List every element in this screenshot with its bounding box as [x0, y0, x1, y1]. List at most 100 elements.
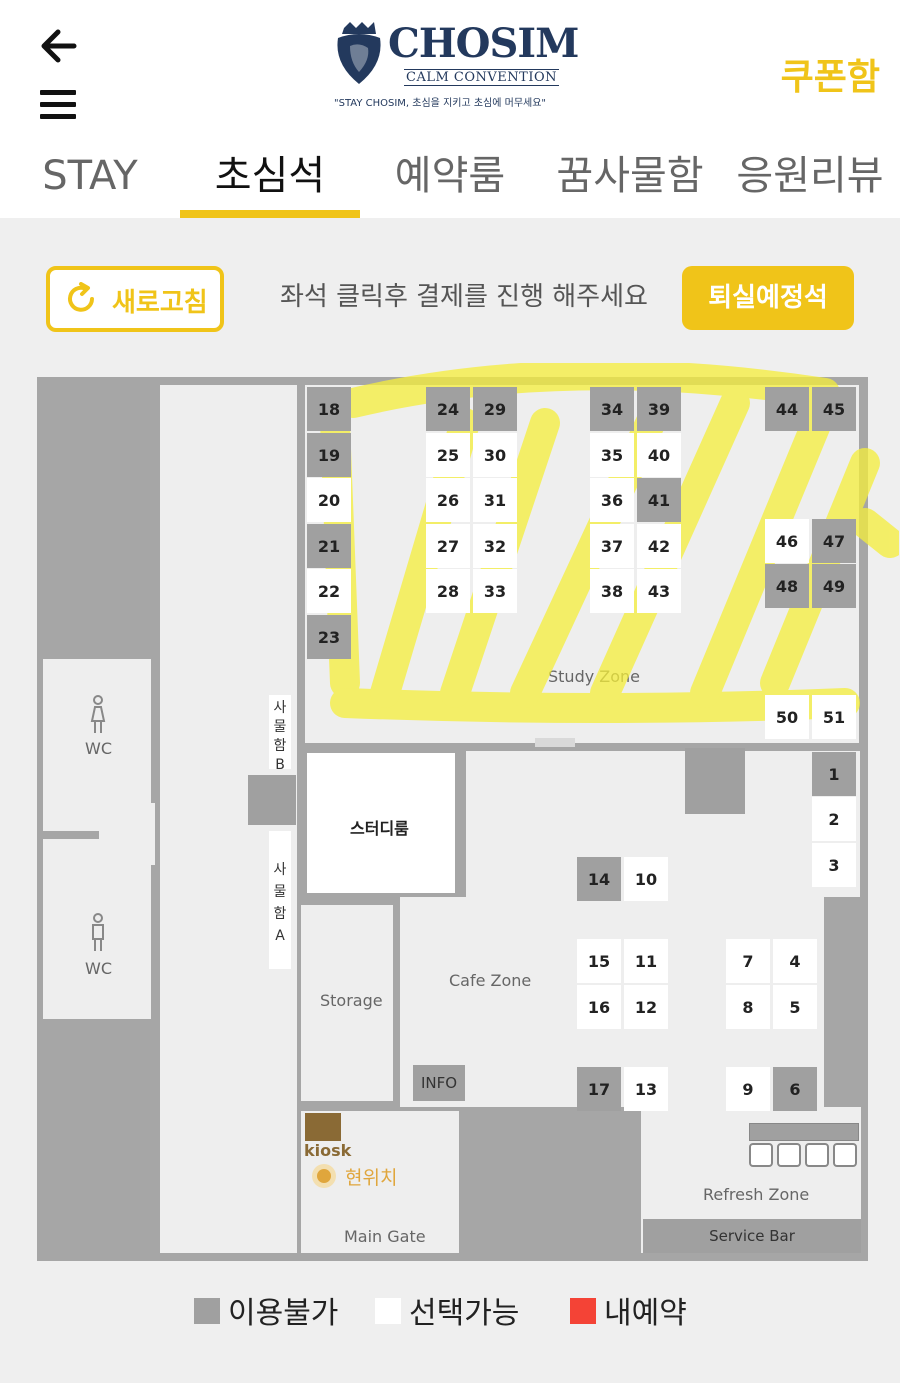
bar-counter — [749, 1123, 859, 1141]
seat-43[interactable]: 43 — [637, 569, 681, 613]
study-zone-door — [535, 738, 575, 747]
seat-map-area: 새로고침 좌석 클릭후 결제를 진행 해주세요 퇴실예정석 사물함B 사물함A — [0, 218, 900, 1383]
tab-chosim-seat[interactable]: 초심석 — [180, 148, 360, 218]
seat-33[interactable]: 33 — [473, 569, 517, 613]
kiosk-box[interactable] — [305, 1113, 341, 1141]
male-restroom-icon — [92, 913, 104, 951]
seat-8[interactable]: 8 — [726, 985, 770, 1029]
wc-passage — [99, 803, 155, 865]
seat-30[interactable]: 30 — [473, 433, 517, 477]
seat-17[interactable]: 17 — [577, 1067, 621, 1111]
seat-28[interactable]: 28 — [426, 569, 470, 613]
bar-stool — [749, 1143, 773, 1167]
instruction-text: 좌석 클릭후 결제를 진행 해주세요 — [280, 282, 648, 312]
seat-2[interactable]: 2 — [812, 797, 856, 841]
bar-stool — [805, 1143, 829, 1167]
seat-41[interactable]: 41 — [637, 478, 681, 522]
hamburger-menu-icon — [40, 90, 76, 95]
seat-35[interactable]: 35 — [590, 433, 634, 477]
bar-stool — [777, 1143, 801, 1167]
legend-my-reservation: 내예약 — [570, 1288, 710, 1332]
seat-3[interactable]: 3 — [812, 843, 856, 887]
seat-7[interactable]: 7 — [726, 939, 770, 983]
storage-label: Storage — [320, 991, 383, 1010]
legend-available: 선택가능 — [375, 1288, 535, 1332]
cafe-pillar — [685, 748, 745, 814]
logo-title: CHOSIM — [388, 20, 579, 67]
refresh-button[interactable]: 새로고침 — [46, 266, 224, 332]
seat-51[interactable]: 51 — [812, 695, 856, 739]
seat-29[interactable]: 29 — [473, 387, 517, 431]
seat-15[interactable]: 15 — [577, 939, 621, 983]
seat-31[interactable]: 31 — [473, 478, 517, 522]
seat-25[interactable]: 25 — [426, 433, 470, 477]
seat-38[interactable]: 38 — [590, 569, 634, 613]
seat-39[interactable]: 39 — [637, 387, 681, 431]
seat-37[interactable]: 37 — [590, 524, 634, 568]
info-desk[interactable]: INFO — [413, 1065, 465, 1101]
seat-22[interactable]: 22 — [307, 569, 351, 613]
locker-b-label[interactable]: 사물함B — [269, 695, 291, 773]
seat-49[interactable]: 49 — [812, 564, 856, 608]
floor-plan: 사물함B 사물함A WC WC Study Zone 스터디룸 Storage … — [37, 363, 899, 1261]
legend-swatch — [194, 1298, 220, 1324]
seat-19[interactable]: 19 — [307, 433, 351, 477]
legend-label: 내예약 — [604, 1296, 687, 1331]
seat-44[interactable]: 44 — [765, 387, 809, 431]
main-gate-label: Main Gate — [344, 1227, 426, 1246]
study-room-label: 스터디룸 — [350, 819, 409, 838]
logo-slogan: "STAY CHOSIM, 초심을 지키고 초심에 머무세요" — [334, 98, 547, 109]
kiosk-label: kiosk — [304, 1141, 352, 1160]
app-header: CHOSIM CALM CONVENTION "STAY CHOSIM, 초심을… — [0, 0, 900, 218]
seat-5[interactable]: 5 — [773, 985, 817, 1029]
seat-10[interactable]: 10 — [624, 857, 668, 901]
tab-bar: STAY 초심석 예약룸 꿈사물함 응원리뷰 — [0, 148, 900, 218]
tab-reservation-room[interactable]: 예약룸 — [385, 148, 515, 218]
cafe-zone-label: Cafe Zone — [449, 971, 532, 990]
coupon-box-button[interactable]: 쿠폰함 — [781, 48, 880, 100]
legend-swatch — [375, 1298, 401, 1324]
seat-45[interactable]: 45 — [812, 387, 856, 431]
legend-label: 선택가능 — [409, 1296, 520, 1331]
hamburger-menu-button[interactable] — [40, 90, 76, 122]
back-button[interactable] — [38, 28, 78, 64]
seat-14[interactable]: 14 — [577, 857, 621, 901]
lion-crest-icon — [337, 22, 381, 84]
seat-42[interactable]: 42 — [637, 524, 681, 568]
seat-9[interactable]: 9 — [726, 1067, 770, 1111]
seat-21[interactable]: 21 — [307, 524, 351, 568]
seat-40[interactable]: 40 — [637, 433, 681, 477]
seat-47[interactable]: 47 — [812, 519, 856, 563]
logo-subtitle: CALM CONVENTION — [404, 69, 559, 86]
tab-cheer-review[interactable]: 응원리뷰 — [730, 148, 890, 218]
seat-12[interactable]: 12 — [624, 985, 668, 1029]
seat-1[interactable]: 1 — [812, 752, 856, 796]
female-restroom-icon — [90, 695, 106, 733]
wc-women-label: WC — [85, 739, 112, 758]
seat-27[interactable]: 27 — [426, 524, 470, 568]
seat-16[interactable]: 16 — [577, 985, 621, 1029]
seat-18[interactable]: 18 — [307, 387, 351, 431]
seat-46[interactable]: 46 — [765, 519, 809, 563]
seat-13[interactable]: 13 — [624, 1067, 668, 1111]
seat-20[interactable]: 20 — [307, 478, 351, 522]
corridor-pillar — [248, 775, 296, 825]
seat-26[interactable]: 26 — [426, 478, 470, 522]
seat-6[interactable]: 6 — [773, 1067, 817, 1111]
seat-11[interactable]: 11 — [624, 939, 668, 983]
seat-34[interactable]: 34 — [590, 387, 634, 431]
locker-a-label[interactable]: 사물함A — [269, 831, 291, 969]
checkout-scheduled-seats-button[interactable]: 퇴실예정석 — [682, 266, 854, 330]
seat-50[interactable]: 50 — [765, 695, 809, 739]
legend-label: 이용불가 — [228, 1296, 339, 1331]
seat-24[interactable]: 24 — [426, 387, 470, 431]
tab-dream-locker[interactable]: 꿈사물함 — [550, 148, 710, 218]
bar-stool — [833, 1143, 857, 1167]
seat-32[interactable]: 32 — [473, 524, 517, 568]
seat-23[interactable]: 23 — [307, 615, 351, 659]
seat-4[interactable]: 4 — [773, 939, 817, 983]
tab-stay[interactable]: STAY — [40, 148, 140, 218]
chosim-logo[interactable]: CHOSIM CALM CONVENTION "STAY CHOSIM, 초심을… — [330, 18, 579, 114]
seat-36[interactable]: 36 — [590, 478, 634, 522]
seat-48[interactable]: 48 — [765, 564, 809, 608]
